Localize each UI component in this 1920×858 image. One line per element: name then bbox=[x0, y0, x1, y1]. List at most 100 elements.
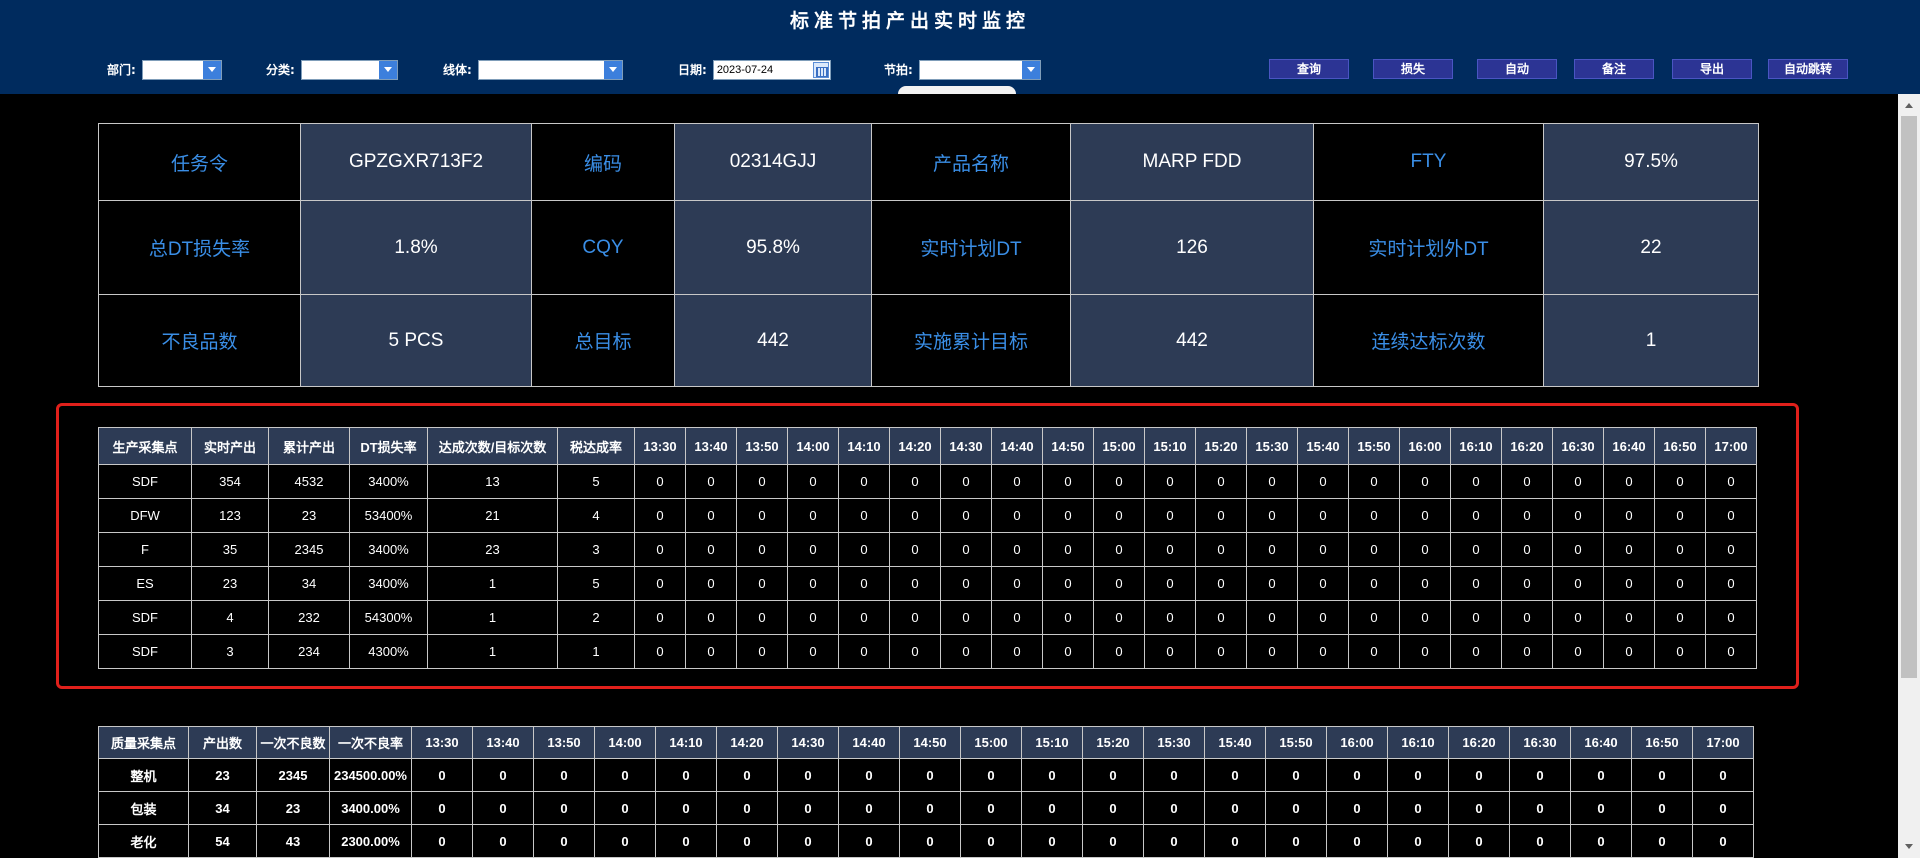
takt-select[interactable] bbox=[918, 59, 1041, 80]
scroll-down-icon[interactable] bbox=[1898, 836, 1920, 858]
production-cell: 23 bbox=[191, 566, 269, 601]
quality-column-header: 15:30 bbox=[1143, 726, 1205, 759]
production-cell: 0 bbox=[1042, 532, 1094, 567]
defect-count-label: 不良品数 bbox=[98, 294, 301, 387]
quality-cell: 0 bbox=[1509, 791, 1571, 825]
quality-cell: 0 bbox=[1570, 791, 1632, 825]
scrollbar-thumb[interactable] bbox=[1901, 116, 1917, 678]
production-cell: 0 bbox=[1603, 566, 1655, 601]
production-cell: 0 bbox=[940, 532, 992, 567]
date-input[interactable]: 2023-07-24 bbox=[712, 59, 831, 80]
line-filter: 线体: bbox=[443, 59, 623, 80]
production-cell: 0 bbox=[685, 532, 737, 567]
cqy-label: CQY bbox=[531, 200, 675, 295]
chevron-down-icon[interactable] bbox=[1021, 60, 1040, 79]
auto-button[interactable]: 自动 bbox=[1477, 59, 1557, 79]
production-cell: 2 bbox=[557, 600, 635, 635]
quality-cell: 0 bbox=[960, 758, 1022, 792]
quality-cell: 0 bbox=[1692, 758, 1754, 792]
production-cell: 0 bbox=[787, 634, 839, 669]
production-cell: 34 bbox=[268, 566, 350, 601]
line-select[interactable] bbox=[477, 59, 623, 80]
quality-header-row: 质量采集点 产出数 一次不良数 一次不良率 13:30 13:40 13:50 14:00 14… bbox=[98, 726, 1754, 759]
production-cell: SDF bbox=[98, 464, 192, 499]
production-cell: 0 bbox=[1450, 634, 1502, 669]
quality-cell: 0 bbox=[594, 758, 656, 792]
production-cell: 0 bbox=[940, 634, 992, 669]
quality-cell: 0 bbox=[1631, 758, 1693, 792]
code-label: 编码 bbox=[531, 123, 675, 201]
production-column-header: 14:00 bbox=[787, 427, 839, 465]
production-cell: 0 bbox=[1399, 566, 1451, 601]
production-cell: 0 bbox=[634, 566, 686, 601]
production-cell: 0 bbox=[1297, 566, 1349, 601]
quality-column-header: 15:40 bbox=[1204, 726, 1266, 759]
task-order-label: 任务令 bbox=[98, 123, 301, 201]
vertical-scrollbar[interactable] bbox=[1898, 94, 1920, 858]
production-cell: 0 bbox=[1297, 600, 1349, 635]
production-cell: 3400% bbox=[349, 464, 428, 499]
production-cell: 0 bbox=[685, 634, 737, 669]
production-cell: 0 bbox=[634, 532, 686, 567]
production-cell: 0 bbox=[889, 600, 941, 635]
production-cell: 0 bbox=[838, 532, 890, 567]
quality-column-header: 产出数 bbox=[188, 726, 257, 759]
production-cell: 0 bbox=[1348, 498, 1400, 533]
quality-cell: 0 bbox=[533, 791, 595, 825]
chevron-down-icon[interactable] bbox=[603, 60, 622, 79]
production-row: F 35 2345 3400% 23 3 0 0 0 0 0 0 0 0 0 0 0 0 0 0 0 0 0 0 0 0 0 0 bbox=[98, 532, 1757, 567]
chevron-down-icon[interactable] bbox=[378, 60, 397, 79]
production-cell: 0 bbox=[1654, 464, 1706, 499]
auto-jump-button[interactable]: 自动跳转 bbox=[1768, 59, 1848, 79]
scroll-up-icon[interactable] bbox=[1898, 94, 1920, 116]
quality-cell: 0 bbox=[899, 758, 961, 792]
chevron-down-icon[interactable] bbox=[202, 60, 221, 79]
defect-count-value: 5 PCS bbox=[300, 294, 532, 387]
production-column-header: 15:20 bbox=[1195, 427, 1247, 465]
product-name-label: 产品名称 bbox=[871, 123, 1071, 201]
production-column-header: 15:30 bbox=[1246, 427, 1298, 465]
unplan-dt-label: 实时计划外DT bbox=[1313, 200, 1544, 295]
quality-column-header: 16:50 bbox=[1631, 726, 1693, 759]
quality-cell: 0 bbox=[838, 824, 900, 858]
production-cell: 0 bbox=[736, 634, 788, 669]
quality-cell: 0 bbox=[777, 758, 839, 792]
production-cell: 0 bbox=[1654, 532, 1706, 567]
production-cell: 0 bbox=[1603, 532, 1655, 567]
production-cell: DFW bbox=[98, 498, 192, 533]
export-button[interactable]: 导出 bbox=[1672, 59, 1752, 79]
line-label: 线体: bbox=[443, 63, 472, 77]
quality-column-header: 14:40 bbox=[838, 726, 900, 759]
production-cell: 0 bbox=[1501, 464, 1553, 499]
quality-cell: 0 bbox=[411, 758, 473, 792]
production-cell: 0 bbox=[838, 634, 890, 669]
calendar-icon[interactable] bbox=[812, 61, 829, 78]
production-cell: SDF bbox=[98, 634, 192, 669]
quality-column-header: 16:30 bbox=[1509, 726, 1571, 759]
production-cell: 0 bbox=[991, 600, 1043, 635]
production-cell: 0 bbox=[1399, 532, 1451, 567]
info-row: 不良品数 5 PCS 总目标 442 实施累计目标 442 连续达标次数 1 bbox=[98, 294, 1759, 387]
department-select[interactable] bbox=[141, 59, 222, 80]
title-tab-decoration bbox=[898, 86, 1016, 94]
production-cell: 54300% bbox=[349, 600, 428, 635]
production-cell: 0 bbox=[1144, 532, 1196, 567]
quality-cell: 0 bbox=[1570, 824, 1632, 858]
quality-cell: 0 bbox=[411, 824, 473, 858]
quality-cell: 0 bbox=[655, 824, 717, 858]
consecutive-count-label: 连续达标次数 bbox=[1313, 294, 1544, 387]
production-cell: 0 bbox=[1093, 498, 1145, 533]
remark-button[interactable]: 备注 bbox=[1574, 59, 1654, 79]
query-button[interactable]: 查询 bbox=[1269, 59, 1349, 79]
quality-cell: 0 bbox=[1509, 824, 1571, 858]
quality-cell: 54 bbox=[188, 824, 257, 858]
loss-button[interactable]: 损失 bbox=[1373, 59, 1453, 79]
production-cell: 3400% bbox=[349, 532, 428, 567]
production-cell: 0 bbox=[1603, 634, 1655, 669]
quality-cell: 整机 bbox=[98, 758, 189, 792]
production-cell: 0 bbox=[889, 498, 941, 533]
production-cell: 0 bbox=[1552, 532, 1604, 567]
category-select[interactable] bbox=[300, 59, 398, 80]
production-cell: 0 bbox=[889, 566, 941, 601]
production-column-header: 16:30 bbox=[1552, 427, 1604, 465]
